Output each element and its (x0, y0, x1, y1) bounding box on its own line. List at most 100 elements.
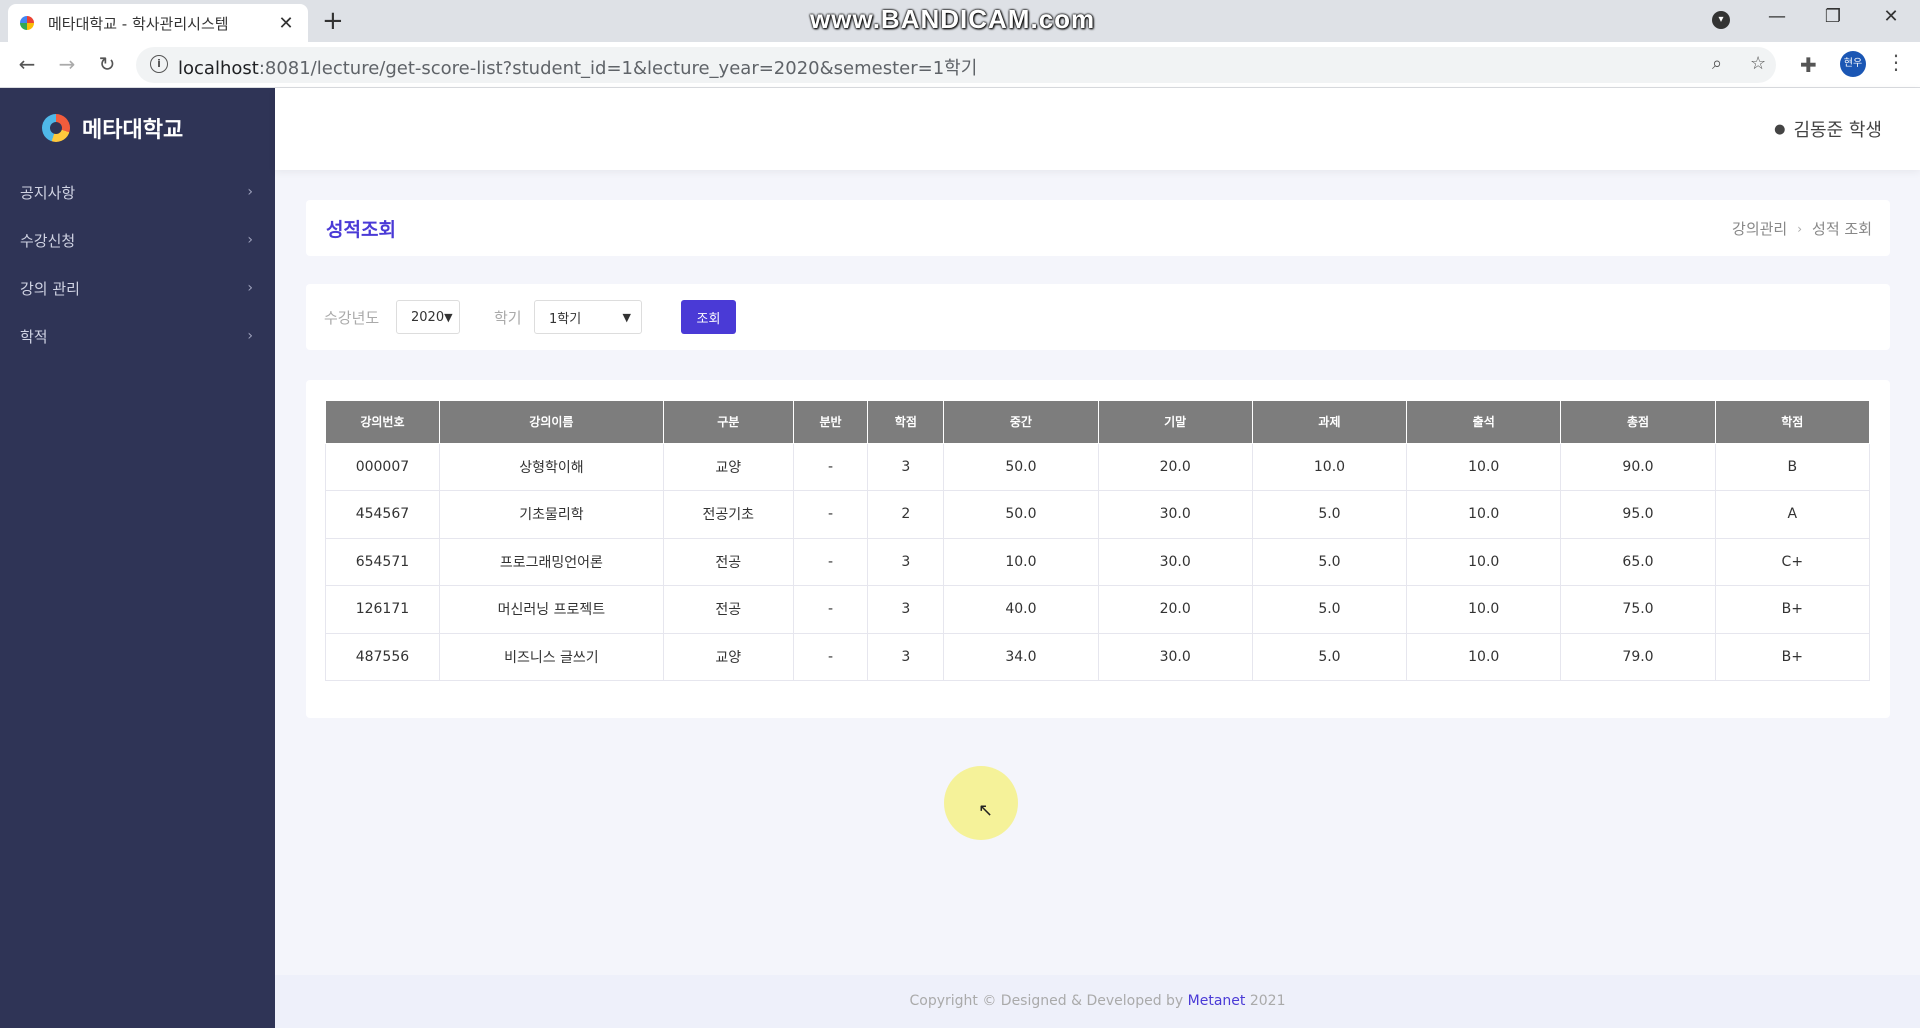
top-header: ● 김동준 학생 (275, 88, 1920, 170)
table-cell: - (792, 537, 869, 586)
brand-name: 메타대학교 (82, 118, 184, 143)
sidebar-item-lecture-management[interactable]: 강의 관리 › (0, 264, 275, 312)
sidebar-item-registration[interactable]: 수강신청 › (0, 216, 275, 264)
tab-search-icon[interactable]: ▾ (1712, 11, 1730, 29)
year-select-value: 2020 (411, 309, 445, 325)
semester-select[interactable]: 1학기 ▼ (534, 300, 642, 334)
table-cell: 65.0 (1560, 537, 1716, 586)
table-cell: 머신러닝 프로젝트 (438, 585, 664, 634)
filter-card: 수강년도 2020 ▼ 학기 1학기 ▼ 조회 (306, 284, 1890, 350)
table-cell: 10.0 (1406, 490, 1562, 539)
table-cell: 기초물리학 (438, 490, 664, 539)
table-cell: 3 (867, 632, 945, 681)
chevron-right-icon: › (247, 232, 253, 248)
year-label: 수강년도 (324, 309, 380, 327)
chevron-down-icon: ▼ (444, 310, 453, 324)
footer-brand-link[interactable]: Metanet (1188, 993, 1246, 1009)
browser-menu-icon[interactable]: ⋮ (1886, 50, 1906, 74)
table-cell: 전공 (662, 537, 794, 586)
table-cell: 454567 (325, 490, 440, 539)
chevron-right-icon: › (247, 184, 253, 200)
table-cell: 95.0 (1560, 490, 1716, 539)
table-cell: 5.0 (1251, 585, 1408, 634)
semester-label: 학기 (494, 309, 522, 327)
sidebar-item-label: 강의 관리 (20, 279, 80, 298)
table-cell: 000007 (325, 442, 440, 491)
column-header: 기말 (1097, 401, 1253, 444)
column-header: 분반 (792, 401, 869, 444)
column-header: 총점 (1560, 401, 1716, 444)
minimize-icon[interactable]: — (1762, 6, 1792, 27)
table-row: 654571 프로그래밍언어론 전공 -3 10.0 30.0 5.0 10.0 65.0 C+ (325, 537, 1871, 586)
year-select[interactable]: 2020 ▼ (396, 300, 460, 334)
logo-icon (42, 114, 70, 142)
table-cell: 40.0 (943, 585, 1099, 634)
window-close-icon[interactable]: ✕ (1876, 6, 1906, 27)
table-cell: 487556 (325, 632, 440, 681)
profile-avatar[interactable]: 현우 (1840, 51, 1866, 77)
table-cell: 5.0 (1251, 490, 1408, 539)
table-cell: 2 (867, 490, 945, 539)
address-bar[interactable]: i localhost:8081/lecture/get-score-list?… (136, 47, 1776, 83)
table-cell: 79.0 (1560, 632, 1716, 681)
sidebar-item-academic-record[interactable]: 학적 › (0, 312, 275, 360)
table-body: 000007 상형학이해 교양 -3 50.0 20.0 10.0 10.0 90.0 B 4545… (325, 442, 1871, 681)
zoom-icon[interactable]: ⌕ (1712, 53, 1722, 74)
table-cell: 30.0 (1097, 537, 1253, 586)
column-header: 강의이름 (438, 401, 664, 444)
new-tab-button[interactable]: + (322, 6, 344, 36)
table-cell: 교양 (662, 632, 794, 681)
score-table: 강의번호 강의이름 구분 분반 학점 중간 기말 과제 출석 총점 학점 000007 상형학이해 교양… (325, 401, 1871, 681)
user-name: 김동준 학생 (1793, 120, 1882, 141)
column-header: 중간 (943, 401, 1099, 444)
search-button[interactable]: 조회 (681, 300, 736, 334)
brand[interactable]: 메타대학교 (42, 112, 183, 144)
chevron-right-icon: › (1797, 221, 1803, 236)
table-cell: 126171 (325, 585, 440, 634)
table-cell: B+ (1714, 585, 1871, 634)
table-cell: 30.0 (1097, 632, 1253, 681)
table-cell: 20.0 (1097, 442, 1253, 491)
table-cell: 10.0 (1406, 442, 1562, 491)
table-cell: 3 (867, 442, 945, 491)
close-icon[interactable]: ✕ (276, 13, 296, 34)
sidebar-item-label: 수강신청 (20, 231, 76, 250)
table-cell: 90.0 (1560, 442, 1716, 491)
page-title-card: 성적조회 강의관리 › 성적 조회 (306, 200, 1890, 256)
table-cell: 전공기초 (662, 490, 794, 539)
url-text[interactable]: localhost:8081/lecture/get-score-list?st… (178, 54, 977, 80)
browser-tab[interactable]: 메타대학교 - 학사관리시스템 ✕ (8, 4, 308, 42)
table-row: 454567 기초물리학 전공기초 -2 50.0 30.0 5.0 10.0 95.0 A (325, 490, 1871, 539)
table-cell: C+ (1714, 537, 1871, 586)
bookmark-star-icon[interactable]: ☆ (1750, 53, 1766, 74)
table-row: 487556 비즈니스 글쓰기 교양 -3 34.0 30.0 5.0 10.0 79.0 B+ (325, 632, 1871, 681)
sidebar-item-label: 공지사항 (20, 183, 76, 202)
sidebar-item-notice[interactable]: 공지사항 › (0, 168, 275, 216)
restore-icon[interactable]: ❐ (1818, 6, 1848, 27)
column-header: 학점 (1714, 401, 1871, 444)
site-info-icon[interactable]: i (150, 55, 168, 73)
table-cell: 프로그래밍언어론 (438, 537, 664, 586)
back-icon[interactable]: ← (14, 52, 40, 76)
extensions-icon[interactable]: ✚ (1800, 53, 1817, 77)
table-cell: - (792, 442, 869, 491)
browser-tabbar: 메타대학교 - 학사관리시스템 ✕ + www.BANDICAM.com ▾ —… (0, 0, 1920, 42)
column-header: 과제 (1251, 401, 1408, 444)
table-cell: 20.0 (1097, 585, 1253, 634)
chevron-right-icon: › (247, 328, 253, 344)
reload-icon[interactable]: ↻ (94, 52, 120, 76)
recording-watermark: www.BANDICAM.com (810, 4, 1096, 34)
forward-icon[interactable]: → (54, 52, 80, 76)
table-cell: 상형학이해 (438, 442, 664, 491)
table-cell: - (792, 632, 869, 681)
mouse-cursor-icon: ↖ (978, 800, 994, 821)
footer-copyright: Copyright © Designed & Developed by (909, 993, 1188, 1009)
table-cell: 10.0 (1406, 632, 1562, 681)
breadcrumb-item[interactable]: 강의관리 (1732, 218, 1787, 239)
table-cell: B+ (1714, 632, 1871, 681)
column-header: 학점 (867, 401, 945, 444)
user-menu[interactable]: ● 김동준 학생 (1774, 116, 1882, 142)
table-cell: 5.0 (1251, 537, 1408, 586)
table-cell: 50.0 (943, 442, 1099, 491)
browser-toolbar: ← → ↻ i localhost:8081/lecture/get-score… (0, 42, 1920, 88)
